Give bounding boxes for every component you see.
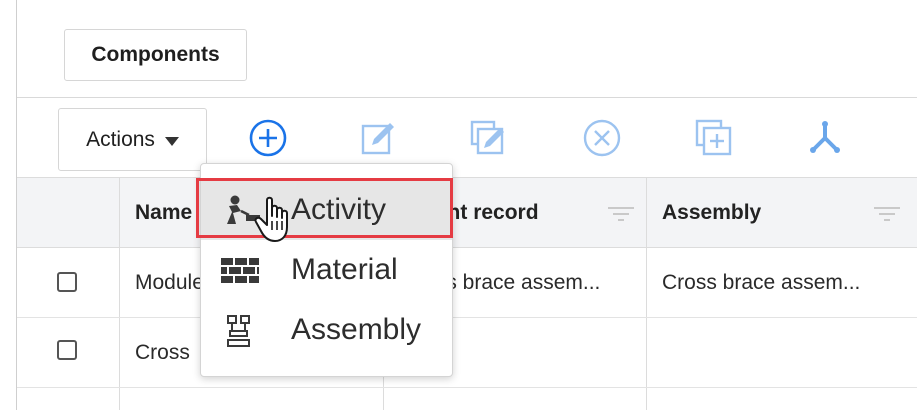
components-button[interactable]: Components <box>64 29 247 81</box>
menu-item-label: Assembly <box>291 313 422 346</box>
menu-item-material[interactable]: Material <box>201 240 452 300</box>
duplicate-icon[interactable] <box>692 116 736 160</box>
toolbar-divider <box>17 97 917 98</box>
hand-pointer-icon <box>254 196 288 242</box>
components-button-label: Components <box>91 43 220 66</box>
table-row[interactable]: Cross <box>17 318 917 388</box>
table-row[interactable]: Module Cross brace assem... Cross brace … <box>17 248 917 318</box>
menu-item-label: Activity <box>291 193 387 226</box>
menu-item-assembly[interactable]: Assembly <box>201 300 452 360</box>
column-header-assembly[interactable]: Assembly <box>662 178 761 247</box>
filter-icon[interactable] <box>606 206 636 222</box>
cell-assembly: Cross brace assem... <box>662 270 861 294</box>
assembly-icon <box>227 315 250 347</box>
actions-dropdown-menu: Activity Material Assembly <box>200 163 453 377</box>
column-header-label: Assembly <box>662 200 762 224</box>
cell-assembly <box>662 318 902 387</box>
row-checkbox[interactable] <box>57 272 77 292</box>
caret-down-icon <box>164 136 179 146</box>
add-circle-icon[interactable] <box>246 116 290 160</box>
split-icon[interactable] <box>803 116 847 160</box>
actions-dropdown-button[interactable]: Actions <box>58 108 207 171</box>
components-table: Name Parent record Assembly Module Cross… <box>17 177 917 410</box>
table-header: Name Parent record Assembly <box>17 177 917 248</box>
delete-circle-icon[interactable] <box>580 116 624 160</box>
filter-icon[interactable] <box>872 206 902 222</box>
edit-icon[interactable] <box>357 116 401 160</box>
menu-item-activity[interactable]: Activity <box>201 180 452 240</box>
column-header-name[interactable]: Name <box>135 178 192 247</box>
row-checkbox[interactable] <box>57 340 77 360</box>
actions-button-label: Actions <box>86 127 155 151</box>
bulk-edit-icon[interactable] <box>467 116 511 160</box>
column-header-label: Name <box>135 200 193 224</box>
menu-item-label: Material <box>291 253 398 286</box>
material-bricks-icon <box>221 258 259 283</box>
